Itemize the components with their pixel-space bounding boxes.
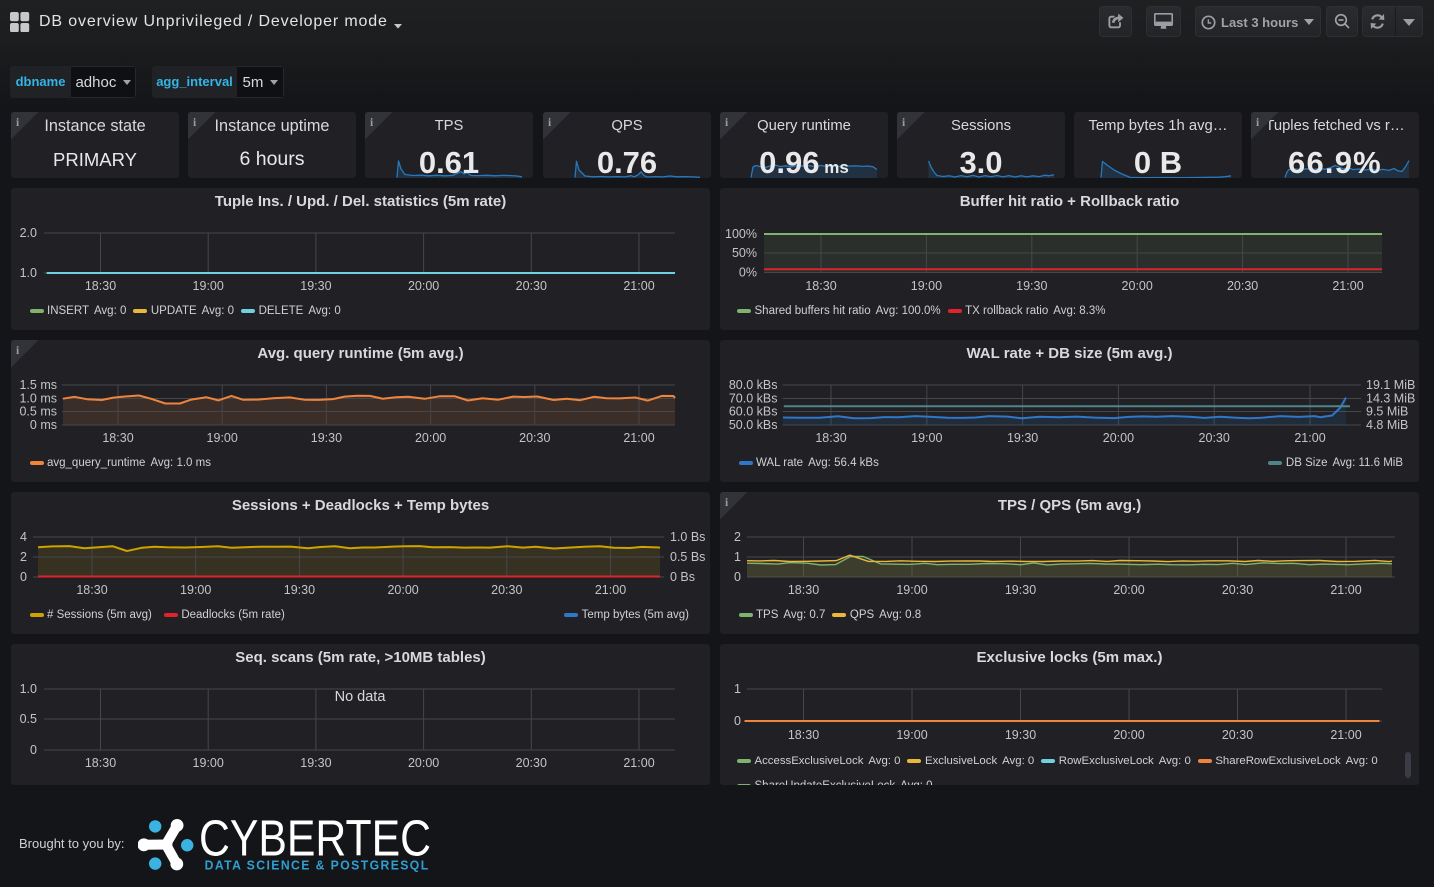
svg-text:19:30: 19:30 [300,756,331,770]
svg-text:20:30: 20:30 [1222,583,1253,597]
svg-text:21:00: 21:00 [623,279,654,293]
svg-text:9.5 MiB: 9.5 MiB [1366,405,1408,419]
svg-text:0.5 ms: 0.5 ms [19,405,57,419]
svg-text:19:00: 19:00 [896,583,927,597]
svg-text:20:00: 20:00 [1122,279,1153,293]
svg-text:80.0 kBs: 80.0 kBs [729,378,778,392]
svg-text:19:30: 19:30 [1005,583,1036,597]
svg-text:0.5: 0.5 [20,712,37,726]
svg-text:21:00: 21:00 [1332,279,1363,293]
svg-text:2: 2 [734,530,741,544]
svg-text:2: 2 [20,550,27,564]
svg-text:20:00: 20:00 [408,756,439,770]
svg-text:19:00: 19:00 [911,279,942,293]
svg-text:19:00: 19:00 [896,728,927,742]
svg-text:0 Bs: 0 Bs [670,570,695,584]
svg-text:1.0 Bs: 1.0 Bs [670,530,705,544]
svg-text:50.0 kBs: 50.0 kBs [729,418,778,432]
svg-text:19:00: 19:00 [180,583,211,597]
svg-text:0: 0 [734,570,741,584]
svg-text:21:00: 21:00 [1294,431,1325,445]
svg-text:19:30: 19:30 [284,583,315,597]
svg-text:14.3 MiB: 14.3 MiB [1366,392,1415,406]
svg-text:19:00: 19:00 [193,756,224,770]
svg-text:20:00: 20:00 [1103,431,1134,445]
svg-text:0.5 Bs: 0.5 Bs [670,550,705,564]
svg-text:1.0: 1.0 [20,266,37,280]
svg-text:20:30: 20:30 [516,756,547,770]
svg-text:0 ms: 0 ms [30,418,57,432]
svg-text:21:00: 21:00 [623,756,654,770]
svg-text:19:30: 19:30 [300,279,331,293]
svg-text:19:30: 19:30 [1016,279,1047,293]
svg-text:18:30: 18:30 [788,583,819,597]
svg-text:1.0 ms: 1.0 ms [19,392,57,406]
svg-text:50%: 50% [732,246,757,260]
svg-text:19.1 MiB: 19.1 MiB [1366,378,1415,392]
svg-text:18:30: 18:30 [102,431,133,445]
svg-text:18:30: 18:30 [85,279,116,293]
svg-text:1.0: 1.0 [20,682,37,696]
svg-text:20:00: 20:00 [1113,583,1144,597]
svg-text:20:30: 20:30 [1222,728,1253,742]
svg-text:20:30: 20:30 [519,431,550,445]
svg-text:20:00: 20:00 [415,431,446,445]
svg-text:70.0 kBs: 70.0 kBs [729,392,778,406]
svg-text:19:00: 19:00 [911,431,942,445]
svg-text:4: 4 [20,530,27,544]
svg-text:2.0: 2.0 [20,226,37,240]
svg-text:0: 0 [20,570,27,584]
svg-text:1.5 ms: 1.5 ms [19,378,57,392]
svg-text:18:30: 18:30 [805,279,836,293]
svg-text:20:30: 20:30 [1227,279,1258,293]
svg-text:19:30: 19:30 [1005,728,1036,742]
svg-text:0: 0 [30,743,37,757]
svg-text:20:30: 20:30 [516,279,547,293]
svg-text:20:00: 20:00 [408,279,439,293]
svg-text:21:00: 21:00 [595,583,626,597]
svg-text:18:30: 18:30 [815,431,846,445]
svg-text:DATA SCIENCE & POSTGRESQL: DATA SCIENCE & POSTGRESQL [205,857,430,872]
svg-text:18:30: 18:30 [76,583,107,597]
svg-text:19:00: 19:00 [207,431,238,445]
svg-text:1: 1 [734,550,741,564]
svg-text:19:30: 19:30 [311,431,342,445]
svg-text:18:30: 18:30 [788,728,819,742]
svg-text:18:30: 18:30 [85,756,116,770]
svg-text:20:00: 20:00 [1113,728,1144,742]
svg-text:21:00: 21:00 [1330,583,1361,597]
svg-text:20:30: 20:30 [491,583,522,597]
svg-text:19:00: 19:00 [193,279,224,293]
svg-text:19:30: 19:30 [1007,431,1038,445]
svg-text:100%: 100% [725,227,757,241]
svg-text:1: 1 [734,682,741,696]
svg-text:4.8 MiB: 4.8 MiB [1366,418,1408,432]
svg-text:60.0 kBs: 60.0 kBs [729,405,778,419]
svg-text:0%: 0% [739,266,757,280]
svg-text:21:00: 21:00 [623,431,654,445]
svg-text:21:00: 21:00 [1330,728,1361,742]
svg-text:20:30: 20:30 [1199,431,1230,445]
svg-text:20:00: 20:00 [387,583,418,597]
svg-text:No data: No data [335,689,387,705]
svg-text:0: 0 [734,714,741,728]
